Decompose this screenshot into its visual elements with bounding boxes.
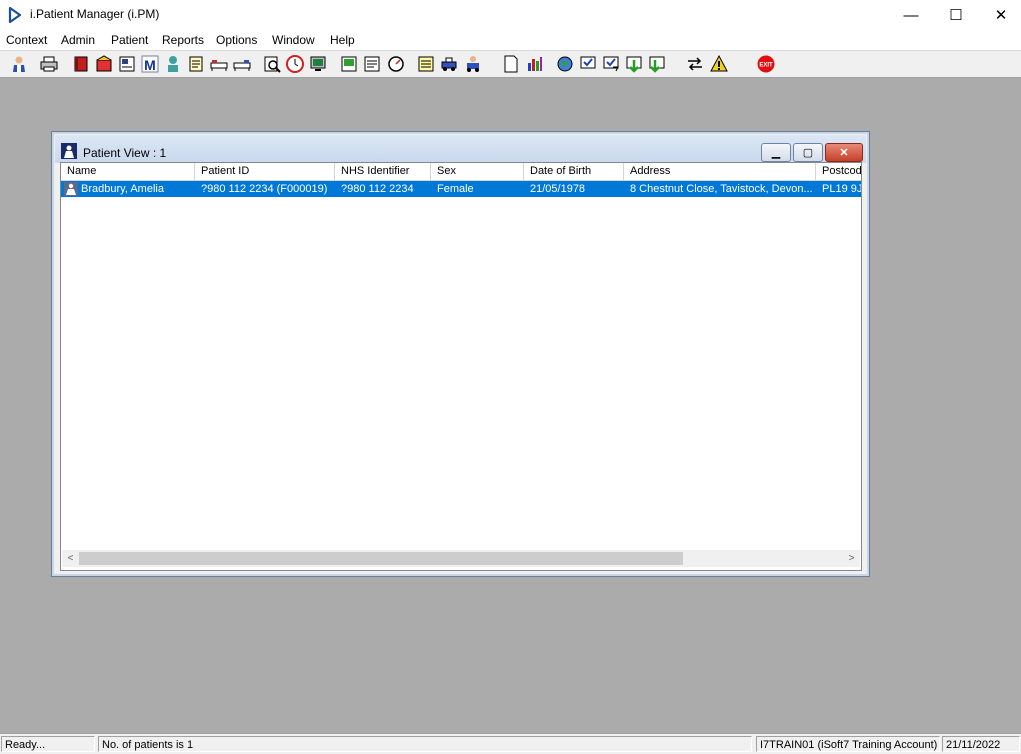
cell-patient-id: ?980 112 2234 (F000019) bbox=[201, 183, 328, 195]
close-button[interactable]: ✕ bbox=[978, 0, 1021, 30]
minimize-icon: ▁ bbox=[771, 147, 781, 159]
patient-list: Name Patient ID NHS Identifier Sex Date … bbox=[60, 162, 862, 571]
status-account: I7TRAIN01 (iSoft7 Training Account) bbox=[756, 736, 940, 752]
clock-icon[interactable] bbox=[285, 54, 305, 74]
cell-dob: 21/05/1978 bbox=[530, 183, 586, 195]
mail-icon[interactable]: M bbox=[140, 54, 160, 74]
toolbar: M EXIT bbox=[0, 51, 1021, 78]
scroll-right-button[interactable]: > bbox=[843, 550, 860, 567]
transport-icon[interactable] bbox=[440, 54, 460, 74]
monitor-icon[interactable] bbox=[308, 54, 328, 74]
ambulance-icon[interactable] bbox=[463, 54, 483, 74]
bed-icon[interactable] bbox=[232, 54, 252, 74]
exit-label: EXIT bbox=[759, 63, 773, 69]
globe-icon[interactable] bbox=[555, 54, 575, 74]
swap-icon[interactable] bbox=[685, 54, 705, 74]
scroll-thumb[interactable] bbox=[79, 552, 683, 565]
book-icon[interactable] bbox=[71, 54, 91, 74]
patient-view-title: Patient View : 1 bbox=[83, 146, 167, 160]
referral-icon[interactable] bbox=[94, 54, 114, 74]
scroll-left-button[interactable]: < bbox=[62, 550, 79, 567]
patient-view-window: Patient View : 1 ▁ ▢ ✕ Name Patient ID N… bbox=[51, 131, 870, 577]
menu-options[interactable]: Options bbox=[216, 33, 257, 47]
column-header-postcode[interactable]: Postcod bbox=[816, 163, 861, 180]
child-close-button[interactable]: ✕ bbox=[825, 143, 863, 162]
menu-help[interactable]: Help bbox=[330, 33, 355, 47]
cell-sex: Female bbox=[437, 183, 474, 195]
menu-patient[interactable]: Patient bbox=[111, 33, 148, 47]
timer-icon[interactable] bbox=[386, 54, 406, 74]
document-icon[interactable] bbox=[339, 54, 359, 74]
find-icon[interactable] bbox=[262, 54, 282, 74]
table-row[interactable]: Bradbury, Amelia ?980 112 2234 (F000019)… bbox=[61, 181, 861, 197]
cell-address: 8 Chestnut Close, Tavistock, Devon... bbox=[630, 183, 813, 195]
menu-admin[interactable]: Admin bbox=[61, 33, 95, 47]
restore-icon: ▢ bbox=[802, 147, 814, 159]
column-header-patient-id[interactable]: Patient ID bbox=[195, 163, 335, 180]
status-bar: Ready... No. of patients is 1 I7TRAIN01 … bbox=[0, 733, 1021, 754]
warning-icon[interactable] bbox=[709, 54, 729, 74]
outpatient-icon[interactable] bbox=[117, 54, 137, 74]
status-ready: Ready... bbox=[1, 736, 95, 752]
app-title: i.Patient Manager (i.PM) bbox=[30, 7, 160, 21]
column-header-name[interactable]: Name bbox=[61, 163, 195, 180]
app-title-bar: i.Patient Manager (i.PM) — ☐ ✕ bbox=[0, 0, 1021, 30]
patient-view-icon bbox=[61, 143, 77, 159]
maximize-button[interactable]: ☐ bbox=[933, 0, 979, 30]
transfer-icon[interactable] bbox=[624, 54, 644, 74]
exit-icon[interactable]: EXIT bbox=[756, 54, 776, 74]
horizontal-scrollbar[interactable]: < > bbox=[62, 550, 860, 567]
menu-window[interactable]: Window bbox=[272, 33, 315, 47]
menu-reports[interactable]: Reports bbox=[162, 33, 204, 47]
column-header-nhs-identifier[interactable]: NHS Identifier bbox=[335, 163, 431, 180]
checkin-icon[interactable] bbox=[578, 54, 598, 74]
checkout-icon[interactable] bbox=[601, 54, 621, 74]
app-logo-icon bbox=[8, 7, 22, 23]
patient-view-title-bar[interactable]: Patient View : 1 ▁ ▢ ✕ bbox=[55, 135, 866, 163]
list-icon[interactable] bbox=[416, 54, 436, 74]
discharge-icon[interactable] bbox=[647, 54, 667, 74]
status-date: 21/11/2022 bbox=[942, 736, 1020, 752]
column-header-sex[interactable]: Sex bbox=[431, 163, 524, 180]
cell-name: Bradbury, Amelia bbox=[81, 183, 164, 195]
page-icon[interactable] bbox=[501, 54, 521, 74]
notes-icon[interactable] bbox=[186, 54, 206, 74]
column-header-dob[interactable]: Date of Birth bbox=[524, 163, 624, 180]
cell-postcode: PL19 9J bbox=[822, 183, 861, 195]
column-header-address[interactable]: Address bbox=[624, 163, 816, 180]
person-icon[interactable] bbox=[163, 54, 183, 74]
print-icon[interactable] bbox=[39, 54, 59, 74]
minimize-button[interactable]: — bbox=[888, 0, 934, 30]
close-icon: ✕ bbox=[839, 147, 849, 159]
chart-icon[interactable] bbox=[525, 54, 545, 74]
child-restore-button[interactable]: ▢ bbox=[793, 143, 823, 162]
ward-icon[interactable] bbox=[209, 54, 229, 74]
letter-icon[interactable] bbox=[362, 54, 382, 74]
list-header: Name Patient ID NHS Identifier Sex Date … bbox=[61, 163, 861, 181]
menu-context[interactable]: Context bbox=[6, 33, 47, 47]
menu-bar: Context Admin Patient Reports Options Wi… bbox=[0, 30, 1021, 51]
child-minimize-button[interactable]: ▁ bbox=[761, 143, 791, 162]
svg-text:M: M bbox=[144, 57, 156, 73]
cell-nhs-identifier: ?980 112 2234 bbox=[341, 183, 414, 195]
patient-search-icon[interactable] bbox=[9, 54, 29, 74]
status-patient-count: No. of patients is 1 bbox=[98, 736, 752, 752]
